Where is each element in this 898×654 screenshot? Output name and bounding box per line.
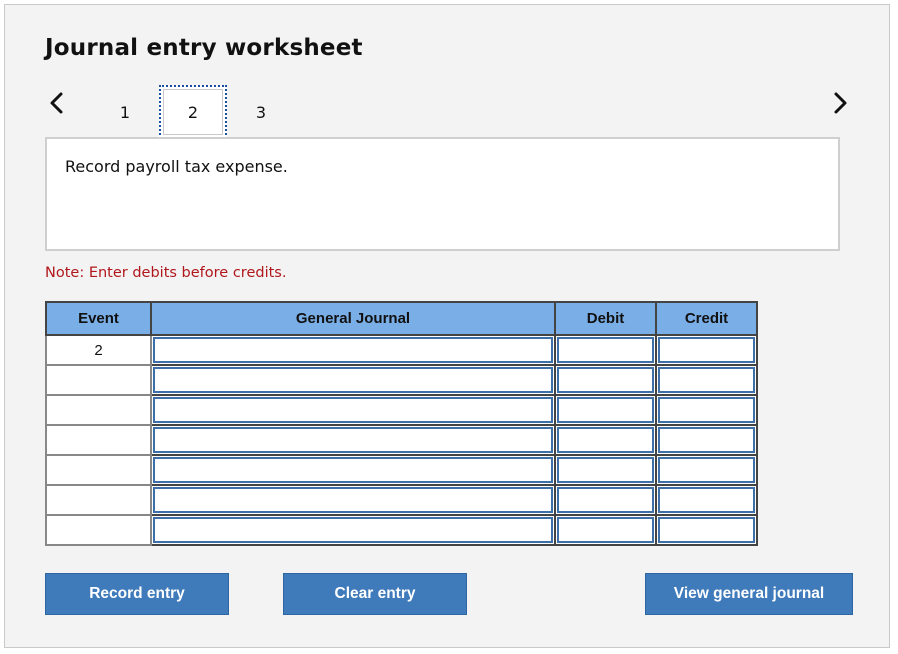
step-tab-2-active[interactable]: 2 (159, 85, 227, 139)
event-cell (45, 514, 152, 546)
credit-cell (655, 334, 758, 366)
account-cell (150, 394, 556, 426)
credit-input[interactable] (658, 487, 755, 513)
account-input[interactable] (153, 367, 553, 393)
credit-cell (655, 454, 758, 486)
account-input[interactable] (153, 337, 553, 363)
debit-input[interactable] (557, 427, 654, 453)
debit-input[interactable] (557, 487, 654, 513)
credit-input[interactable] (658, 457, 755, 483)
credit-cell (655, 484, 758, 516)
step-tab-2-label: 2 (163, 89, 223, 135)
credit-input[interactable] (658, 367, 755, 393)
debit-cell (554, 364, 657, 396)
worksheet-title: Journal entry worksheet (45, 35, 363, 61)
clear-entry-button[interactable]: Clear entry (283, 573, 467, 615)
table-row (45, 514, 758, 546)
step-tab-1[interactable]: 1 (91, 85, 159, 139)
debit-input[interactable] (557, 457, 654, 483)
credit-input[interactable] (658, 397, 755, 423)
worksheet-panel: Journal entry worksheet 1 2 3 Record pay… (4, 4, 890, 648)
header-event: Event (45, 301, 152, 336)
table-row (45, 454, 758, 486)
header-debit: Debit (554, 301, 657, 336)
event-cell (45, 454, 152, 486)
account-cell (150, 334, 556, 366)
credit-input[interactable] (658, 337, 755, 363)
debit-input[interactable] (557, 517, 654, 543)
event-cell (45, 484, 152, 516)
credit-cell (655, 394, 758, 426)
account-input[interactable] (153, 397, 553, 423)
event-cell (45, 394, 152, 426)
debit-input[interactable] (557, 337, 654, 363)
credit-cell (655, 514, 758, 546)
debit-cell (554, 334, 657, 366)
header-credit: Credit (655, 301, 758, 336)
table-row (45, 364, 758, 396)
chevron-right-icon[interactable] (828, 89, 852, 117)
instruction-text: Record payroll tax expense. (65, 157, 288, 176)
view-general-journal-button[interactable]: View general journal (645, 573, 853, 615)
table-row (45, 424, 758, 456)
debit-cell (554, 454, 657, 486)
journal-table: Event General Journal Debit Credit 2 (45, 301, 758, 546)
note-text: Note: Enter debits before credits. (45, 265, 287, 281)
account-cell (150, 424, 556, 456)
account-cell (150, 454, 556, 486)
debit-cell (554, 394, 657, 426)
table-header-row: Event General Journal Debit Credit (45, 301, 758, 336)
account-cell (150, 514, 556, 546)
credit-input[interactable] (658, 427, 755, 453)
chevron-left-icon[interactable] (45, 89, 69, 117)
event-cell (45, 364, 152, 396)
credit-input[interactable] (658, 517, 755, 543)
debit-input[interactable] (557, 397, 654, 423)
account-cell (150, 484, 556, 516)
event-cell: 2 (45, 334, 152, 366)
debit-cell (554, 514, 657, 546)
step-tab-3[interactable]: 3 (227, 85, 295, 139)
account-input[interactable] (153, 487, 553, 513)
header-general-journal: General Journal (150, 301, 556, 336)
table-row (45, 484, 758, 516)
table-row: 2 (45, 334, 758, 366)
record-entry-button[interactable]: Record entry (45, 573, 229, 615)
debit-input[interactable] (557, 367, 654, 393)
account-input[interactable] (153, 517, 553, 543)
account-cell (150, 364, 556, 396)
debit-cell (554, 484, 657, 516)
account-input[interactable] (153, 427, 553, 453)
event-cell (45, 424, 152, 456)
debit-cell (554, 424, 657, 456)
table-row (45, 394, 758, 426)
instruction-box: Record payroll tax expense. (45, 137, 840, 251)
credit-cell (655, 424, 758, 456)
account-input[interactable] (153, 457, 553, 483)
credit-cell (655, 364, 758, 396)
